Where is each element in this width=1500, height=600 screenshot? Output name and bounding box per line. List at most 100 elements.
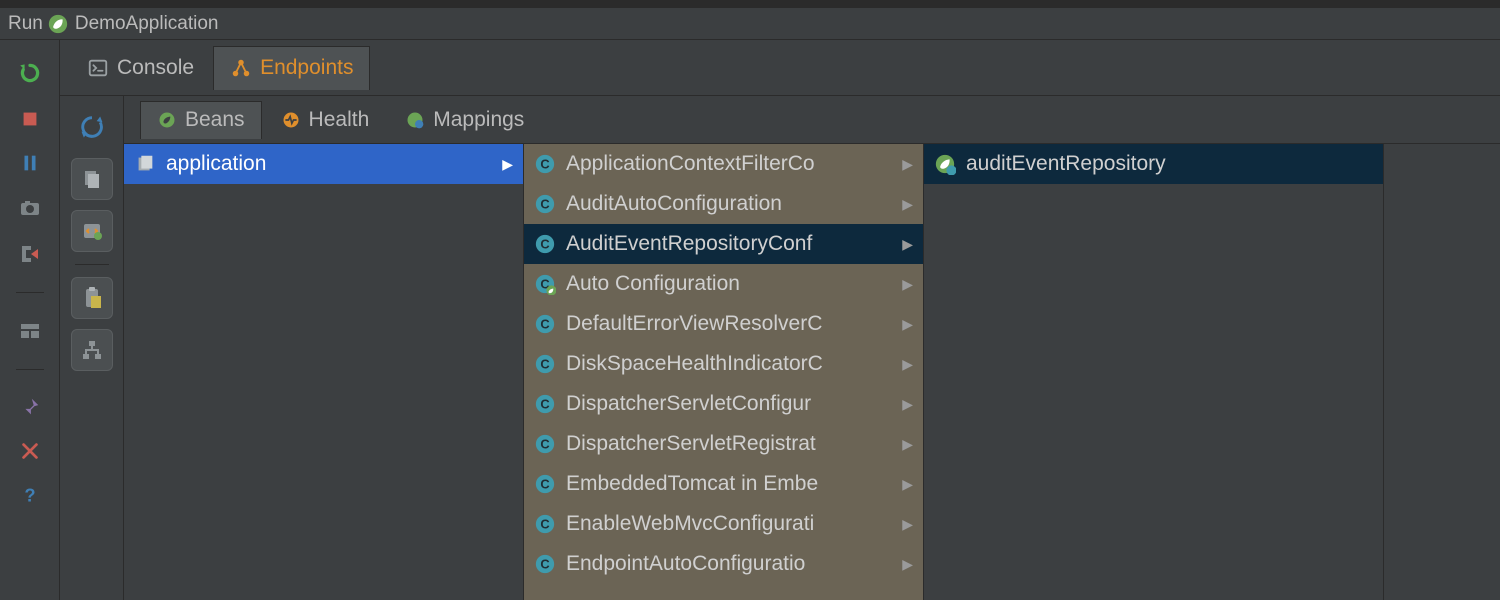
exit-button[interactable] xyxy=(18,242,42,266)
item-label: EmbeddedTomcat in Embe xyxy=(566,472,896,496)
tab-beans[interactable]: Beans xyxy=(140,101,262,139)
mappings-icon xyxy=(405,110,425,130)
item-label: DispatcherServletRegistrat xyxy=(566,432,896,456)
item-label: ApplicationContextFilterCo xyxy=(566,152,896,176)
item-label: application xyxy=(166,152,496,176)
main: Console Endpoints xyxy=(0,40,1500,600)
list-item[interactable]: EmbeddedTomcat in Embe ▶ xyxy=(524,464,923,504)
chevron-right-icon: ▶ xyxy=(902,516,913,533)
help-button[interactable] xyxy=(19,484,41,506)
run-tool-stripe xyxy=(0,40,60,600)
show-doc-button[interactable] xyxy=(71,277,113,319)
class-icon xyxy=(534,313,556,335)
list-item[interactable]: Auto Configuration ▶ xyxy=(524,264,923,304)
layout-button[interactable] xyxy=(18,319,42,343)
item-label: auditEventRepository xyxy=(966,152,1373,176)
tab-health-label: Health xyxy=(309,108,370,132)
panels: Beans Health Mappings application ▶ Appli… xyxy=(124,96,1500,600)
item-label: AuditEventRepositoryConf xyxy=(566,232,896,256)
app-name: DemoApplication xyxy=(75,13,219,35)
refresh-button[interactable] xyxy=(71,106,113,148)
item-label: EndpointAutoConfiguratio xyxy=(566,552,896,576)
chevron-right-icon: ▶ xyxy=(902,356,913,373)
spring-bean-icon xyxy=(934,153,956,175)
separator xyxy=(16,369,44,370)
tab-console-label: Console xyxy=(117,56,194,80)
list-item[interactable]: DispatcherServletRegistrat ▶ xyxy=(524,424,923,464)
column-beans: auditEventRepository xyxy=(924,144,1384,600)
class-icon xyxy=(534,473,556,495)
class-icon xyxy=(534,353,556,375)
chevron-right-icon: ▶ xyxy=(902,316,913,333)
content: Console Endpoints xyxy=(60,40,1500,600)
tab-mappings[interactable]: Mappings xyxy=(388,101,541,139)
tab-endpoints[interactable]: Endpoints xyxy=(213,46,370,90)
console-icon xyxy=(87,57,109,79)
list-item[interactable]: DispatcherServletConfigur ▶ xyxy=(524,384,923,424)
item-label: AuditAutoConfiguration xyxy=(566,192,896,216)
show-contexts-button[interactable] xyxy=(71,210,113,252)
pin-button[interactable] xyxy=(19,396,41,418)
class-icon xyxy=(534,393,556,415)
list-item[interactable]: AuditEventRepositoryConf ▶ xyxy=(524,224,923,264)
beans-columns: application ▶ ApplicationContextFilterCo ▶… xyxy=(124,144,1500,600)
chevron-right-icon: ▶ xyxy=(902,276,913,293)
bean-icon xyxy=(157,110,177,130)
class-icon xyxy=(534,553,556,575)
stack-icon xyxy=(134,153,156,175)
chevron-right-icon: ▶ xyxy=(902,236,913,253)
list-item[interactable]: DefaultErrorViewResolverC ▶ xyxy=(524,304,923,344)
class-icon xyxy=(534,193,556,215)
rerun-button[interactable] xyxy=(17,60,43,86)
item-label: DefaultErrorViewResolverC xyxy=(566,312,896,336)
separator xyxy=(16,292,44,293)
list-item[interactable]: ApplicationContextFilterCo ▶ xyxy=(524,144,923,184)
list-item[interactable]: DiskSpaceHealthIndicatorC ▶ xyxy=(524,344,923,384)
list-item[interactable]: EndpointAutoConfiguratio ▶ xyxy=(524,544,923,584)
column-contexts: application ▶ xyxy=(124,144,524,600)
column-configurations: ApplicationContextFilterCo▶AuditAutoConf… xyxy=(524,144,924,600)
class-icon xyxy=(534,433,556,455)
spring-class-icon xyxy=(534,273,556,295)
list-item[interactable]: auditEventRepository xyxy=(924,144,1383,184)
endpoints-icon xyxy=(230,57,252,79)
show-library-beans-button[interactable] xyxy=(71,158,113,200)
chevron-right-icon: ▶ xyxy=(902,556,913,573)
tab-health[interactable]: Health xyxy=(264,101,387,139)
tab-beans-label: Beans xyxy=(185,108,245,132)
list-item[interactable]: application ▶ xyxy=(124,144,523,184)
close-button[interactable] xyxy=(19,440,41,462)
item-label: Auto Configuration xyxy=(566,272,896,296)
list-item[interactable]: EnableWebMvcConfigurati ▶ xyxy=(524,504,923,544)
tab-endpoints-label: Endpoints xyxy=(260,56,353,80)
class-icon xyxy=(534,153,556,175)
chevron-right-icon: ▶ xyxy=(902,156,913,173)
pause-button[interactable] xyxy=(19,152,41,174)
dump-threads-button[interactable] xyxy=(18,196,42,220)
run-label: Run xyxy=(8,13,43,35)
class-icon xyxy=(534,233,556,255)
endpoint-tabs: Beans Health Mappings xyxy=(124,96,1500,144)
chevron-right-icon: ▶ xyxy=(902,436,913,453)
spring-icon xyxy=(47,13,69,35)
item-label: DispatcherServletConfigur xyxy=(566,392,896,416)
row2: Beans Health Mappings application ▶ Appli… xyxy=(60,96,1500,600)
item-label: DiskSpaceHealthIndicatorC xyxy=(566,352,896,376)
diagram-button[interactable] xyxy=(71,329,113,371)
stop-button[interactable] xyxy=(19,108,41,130)
item-label: EnableWebMvcConfigurati xyxy=(566,512,896,536)
list-item[interactable]: AuditAutoConfiguration ▶ xyxy=(524,184,923,224)
health-icon xyxy=(281,110,301,130)
primary-tabs: Console Endpoints xyxy=(60,40,1500,96)
separator xyxy=(75,264,109,265)
class-icon xyxy=(534,513,556,535)
endpoints-toolbar xyxy=(60,96,124,600)
chevron-right-icon: ▶ xyxy=(902,476,913,493)
chevron-right-icon: ▶ xyxy=(902,396,913,413)
chevron-right-icon: ▶ xyxy=(902,196,913,213)
tab-console[interactable]: Console xyxy=(70,46,211,90)
chevron-right-icon: ▶ xyxy=(502,156,513,173)
tab-mappings-label: Mappings xyxy=(433,108,524,132)
run-titlebar: Run DemoApplication xyxy=(0,8,1500,40)
top-strip xyxy=(0,0,1500,8)
